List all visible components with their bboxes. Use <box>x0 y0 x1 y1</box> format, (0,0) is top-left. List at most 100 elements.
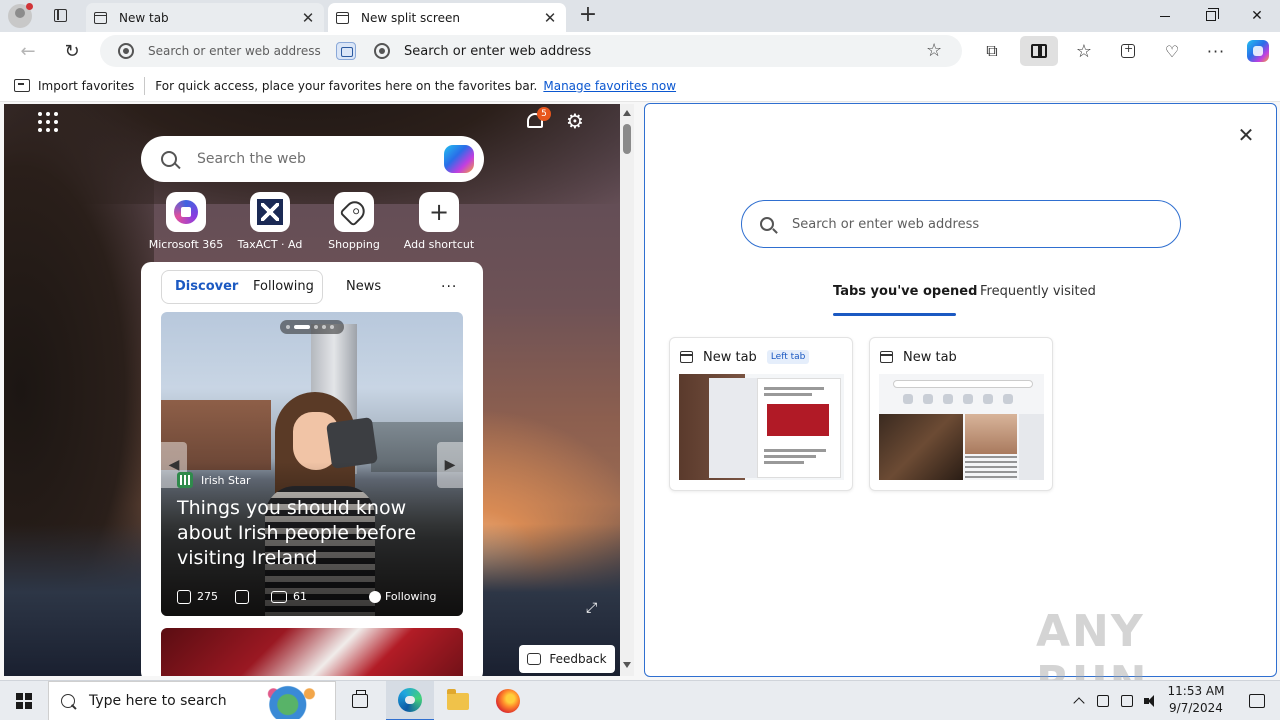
favorite-star-icon[interactable]: ☆ <box>926 40 942 61</box>
dislike-button[interactable] <box>235 590 255 604</box>
shopping-tag-icon <box>339 197 369 227</box>
tab-following[interactable]: Following <box>253 270 314 304</box>
more-icon[interactable]: ··· <box>1202 37 1230 65</box>
app-launcher-icon[interactable] <box>38 112 58 132</box>
carousel-next-icon[interactable]: ▶ <box>437 442 463 488</box>
web-search-box[interactable]: Search the web <box>141 136 484 182</box>
featured-story[interactable]: ◀ ▶ Irish Star Things you should know ab… <box>161 312 463 616</box>
taskbar-firefox[interactable] <box>484 681 532 720</box>
tab-label: New tab <box>119 10 169 25</box>
following-button[interactable]: Following <box>369 590 437 603</box>
feed-more-icon[interactable]: ··· <box>441 270 457 304</box>
shortcut-shopping[interactable]: Shopping <box>312 192 396 254</box>
tab-strip: New tab ✕ New split screen ✕ + ✕ <box>0 0 1280 32</box>
right-pane-split-screen: ✕ Search or enter web address Tabs you'v… <box>644 103 1277 677</box>
firefox-icon <box>496 689 520 713</box>
tab-news[interactable]: News <box>346 270 381 304</box>
show-hidden-icons-button[interactable] <box>1068 681 1090 720</box>
split-screen-indicator-icon[interactable] <box>336 42 356 60</box>
collections-icon[interactable] <box>1114 37 1142 65</box>
shortcut-label: TaxACT · Ad <box>237 238 303 251</box>
tab-new-split-screen[interactable]: New split screen ✕ <box>328 3 566 32</box>
favorites-icon[interactable]: ☆ <box>1070 37 1098 65</box>
taskbar-edge[interactable] <box>386 681 434 720</box>
folder-icon <box>447 688 469 710</box>
left-pane-scrollbar[interactable] <box>620 104 634 676</box>
tab-frequently-visited[interactable]: Frequently visited <box>980 284 1096 318</box>
task-view-icon <box>352 690 368 708</box>
profile-avatar-icon[interactable] <box>8 3 33 28</box>
scroll-thumb[interactable] <box>623 124 631 154</box>
taxact-icon <box>257 199 283 225</box>
web-search-placeholder: Search the web <box>197 151 306 167</box>
comments-button[interactable]: 61 <box>271 590 307 603</box>
copilot-icon[interactable] <box>1244 37 1272 65</box>
device-tray-icon[interactable] <box>1092 681 1114 720</box>
scroll-up-icon[interactable] <box>623 110 631 116</box>
tab-close-icon[interactable]: ✕ <box>542 10 558 26</box>
tab-discover[interactable]: Discover <box>175 270 238 304</box>
left-address-field[interactable]: Search or enter web address <box>100 35 330 67</box>
plus-icon: + <box>428 198 450 226</box>
shortcut-taxact-ad[interactable]: TaxACT · Ad <box>228 192 312 254</box>
anyrun-watermark: ANY RUN <box>1036 606 1146 708</box>
tab-new-tab[interactable]: New tab ✕ <box>86 3 324 32</box>
feed-tabs: Discover Following News ··· <box>161 270 471 304</box>
tab-thumbnail <box>879 374 1044 480</box>
restore-icon <box>1206 8 1219 21</box>
right-address-placeholder: Search or enter web address <box>404 43 592 59</box>
search-engine-icon <box>374 43 390 59</box>
notifications-bell-icon[interactable]: 5 <box>524 107 551 132</box>
window-restore-button[interactable] <box>1188 0 1234 32</box>
manage-favorites-link[interactable]: Manage favorites now <box>543 79 676 93</box>
network-icon[interactable] <box>1116 681 1138 720</box>
window-close-button[interactable]: ✕ <box>1234 0 1280 32</box>
source-name: Irish Star <box>201 473 251 487</box>
taskbar-search-box[interactable]: Type here to search <box>48 681 336 720</box>
search-icon <box>61 694 75 708</box>
settings-gear-icon[interactable]: ⚙ <box>564 110 586 132</box>
close-split-pane-icon[interactable]: ✕ <box>1235 124 1257 146</box>
browser-essentials-icon[interactable]: ♡ <box>1158 37 1186 65</box>
comment-icon <box>271 591 287 603</box>
opened-tab-card[interactable]: New tab Left tab <box>669 337 853 491</box>
refresh-icon[interactable]: ↻ <box>58 37 86 65</box>
search-engine-icon <box>118 43 134 59</box>
taskbar-file-explorer[interactable] <box>434 681 482 720</box>
right-address-field[interactable]: Search or enter web address <box>366 35 926 67</box>
notification-center-button[interactable] <box>1234 681 1280 720</box>
windows-taskbar: Type here to search 11:53 AM 9/7/2024 <box>0 680 1280 720</box>
opened-tab-card[interactable]: New tab <box>869 337 1053 491</box>
split-search-input[interactable]: Search or enter web address <box>741 200 1181 248</box>
volume-icon[interactable] <box>1140 681 1162 720</box>
start-button[interactable] <box>0 681 48 720</box>
search-highlight-icon <box>259 683 331 719</box>
new-tab-plus-icon[interactable]: + <box>576 4 600 28</box>
tab-actions-icon[interactable] <box>46 5 74 27</box>
window-minimize-button[interactable] <box>1142 0 1188 32</box>
tab-close-icon[interactable]: ✕ <box>300 10 316 26</box>
like-count: 275 <box>197 590 218 603</box>
left-pane-new-tab-page: 5 ⚙ Search the web Microsoft 365 TaxACT … <box>4 104 620 676</box>
copilot-icon[interactable] <box>444 145 474 173</box>
like-button[interactable]: 275 <box>177 590 218 604</box>
extensions-icon[interactable]: ⧉ <box>978 37 1006 65</box>
expand-icon[interactable]: ⤢ <box>586 600 602 616</box>
notification-icon <box>1249 694 1265 708</box>
left-address-placeholder: Search or enter web address <box>148 44 321 58</box>
carousel-dots <box>280 320 344 334</box>
back-icon[interactable]: ← <box>14 37 42 65</box>
browser-toolbar: ← ↻ Search or enter web address Search o… <box>0 32 1280 70</box>
shortcut-add[interactable]: + Add shortcut <box>397 192 481 254</box>
left-tab-badge: Left tab <box>766 350 810 364</box>
story-headline[interactable]: Things you should know about Irish peopl… <box>177 496 449 571</box>
scroll-down-icon[interactable] <box>623 662 631 668</box>
task-view-button[interactable] <box>336 681 384 720</box>
import-favorites-button[interactable]: Import favorites <box>38 79 134 93</box>
shortcut-microsoft-365[interactable]: Microsoft 365 <box>144 192 228 254</box>
system-clock[interactable]: 11:53 AM 9/7/2024 <box>1164 683 1228 719</box>
feedback-button[interactable]: Feedback <box>519 645 615 673</box>
card-title: New tab <box>903 349 957 365</box>
split-screen-button[interactable] <box>1020 36 1058 66</box>
next-story-preview[interactable] <box>161 628 463 676</box>
